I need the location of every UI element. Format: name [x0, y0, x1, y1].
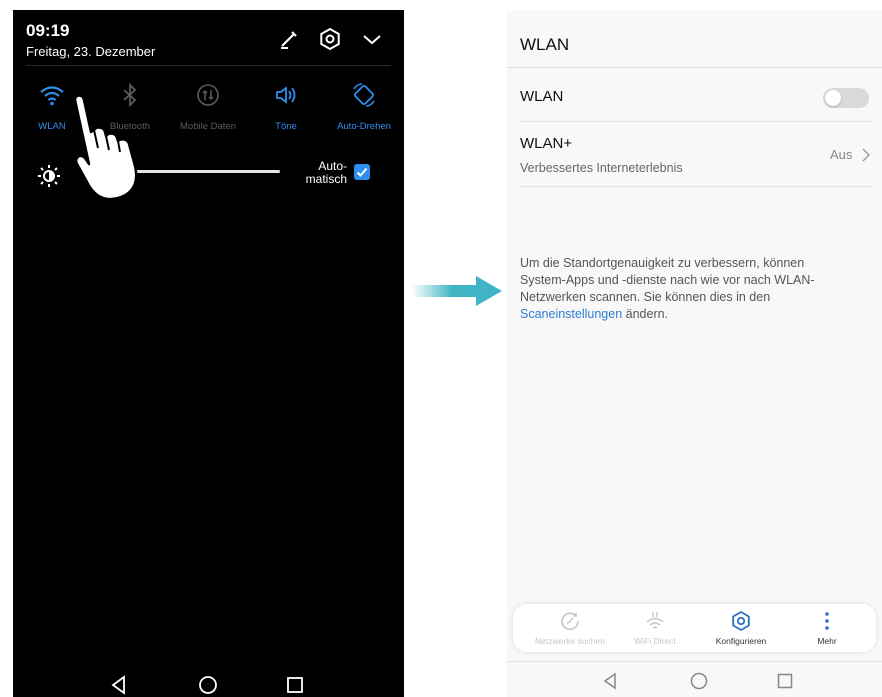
configure-button[interactable]: Konfigurieren: [699, 608, 783, 650]
more-icon: [825, 612, 829, 630]
tile-label: Auto-Drehen: [337, 121, 391, 132]
settings-icon: [732, 610, 750, 632]
wifi-direct-button[interactable]: WiFi Direct: [613, 608, 697, 650]
page-title: WLAN: [520, 35, 570, 54]
info-after-link: ändern.: [622, 307, 669, 321]
title-divider: [507, 67, 882, 68]
row-divider: [520, 186, 872, 187]
auto-brightness-label: Auto- matisch: [293, 160, 347, 186]
mobile-data-icon: [197, 84, 219, 106]
wlan-toggle[interactable]: [823, 88, 869, 108]
refresh-icon: [561, 612, 579, 631]
info-line: Scaneinstellungen ändern.: [520, 306, 865, 323]
collapse-chevron-icon[interactable]: [359, 26, 385, 52]
toggle-knob: [825, 90, 841, 106]
scan-networks-button[interactable]: Netzwerke suchen: [528, 608, 612, 650]
wlan-plus-subtitle: Verbessertes Interneterlebnis: [520, 161, 683, 175]
row-divider: [520, 121, 872, 122]
tile-sound[interactable]: Töne: [247, 80, 325, 140]
home-icon[interactable]: [197, 674, 219, 696]
wlan-plus-row-label[interactable]: WLAN+: [520, 135, 572, 152]
status-time: 09:19: [26, 21, 70, 40]
edit-icon[interactable]: [276, 26, 302, 52]
tile-label: Töne: [275, 121, 297, 132]
back-icon[interactable]: [600, 671, 620, 691]
wlan-plus-value: Aus: [830, 147, 853, 162]
info-line: System-Apps und -dienste nach wie vor na…: [520, 273, 815, 287]
back-icon[interactable]: [108, 674, 130, 696]
button-label: Netzwerke suchen: [535, 636, 605, 646]
info-line: Um die Standortgenauigkeit zu verbessern…: [520, 256, 805, 270]
button-label: WiFi Direct: [634, 636, 676, 646]
brightness-icon: [38, 165, 60, 187]
recents-icon[interactable]: [284, 674, 306, 696]
auto-rotate-icon: [353, 83, 375, 107]
chevron-right-icon: [862, 148, 870, 162]
settings-icon[interactable]: [317, 26, 343, 52]
tile-auto-rotate[interactable]: Auto-Drehen: [325, 80, 403, 140]
pointing-hand-icon: [73, 94, 138, 201]
auto-brightness-checkbox[interactable]: [354, 164, 370, 180]
notification-panel-screen: 09:19 Freitag, 23. Dezember WLAN Bluetoo…: [13, 10, 404, 697]
recents-icon[interactable]: [775, 671, 795, 691]
scan-info-text: Um die Standortgenauigkeit zu verbessern…: [520, 255, 865, 323]
wlan-row-label: WLAN: [520, 88, 564, 105]
status-date: Freitag, 23. Dezember: [26, 44, 156, 59]
tile-label: Mobile Daten: [180, 121, 236, 132]
info-line: Netzwerken scannen. Sie können dies in d…: [520, 290, 771, 304]
button-label: Konfigurieren: [715, 636, 767, 646]
scan-settings-link[interactable]: Scaneinstellungen: [520, 307, 622, 321]
auto-label-line2: matisch: [305, 172, 347, 186]
wifi-direct-icon: [646, 612, 664, 629]
navbar-divider: [507, 661, 882, 662]
button-label: Mehr: [817, 636, 837, 646]
tile-mobile-data[interactable]: Mobile Daten: [169, 80, 247, 140]
sound-icon: [276, 86, 296, 104]
home-icon[interactable]: [689, 671, 709, 691]
header-divider: [26, 65, 391, 66]
bottom-action-bar: Netzwerke suchen WiFi Direct Konfigurier…: [513, 604, 876, 652]
more-button[interactable]: Mehr: [785, 608, 869, 650]
wlan-settings-screen: WLAN WLAN WLAN+ Verbessertes Interneterl…: [507, 10, 882, 697]
arrow-right-icon: [412, 276, 502, 306]
